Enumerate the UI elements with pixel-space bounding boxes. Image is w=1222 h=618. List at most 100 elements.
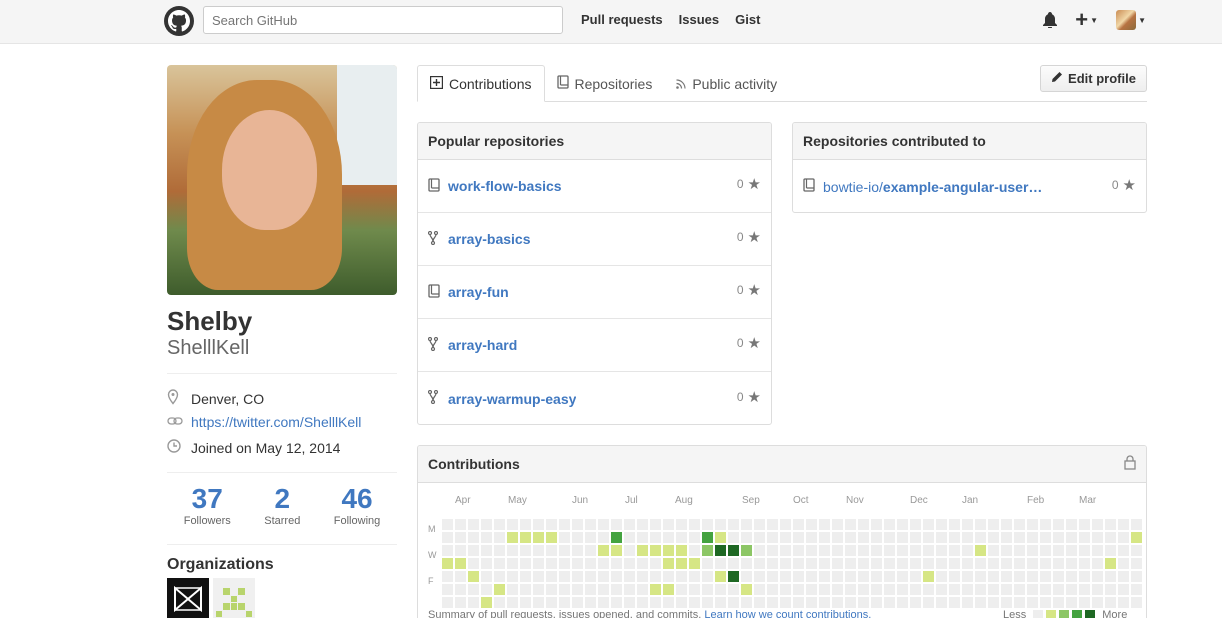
contribution-day[interactable] xyxy=(728,597,739,608)
repo-link[interactable]: array-warmup-easy xyxy=(448,391,576,407)
contribution-day[interactable] xyxy=(1040,571,1051,582)
contribution-day[interactable] xyxy=(520,571,531,582)
contribution-day[interactable] xyxy=(819,519,830,530)
contribution-day[interactable] xyxy=(884,519,895,530)
contribution-day[interactable] xyxy=(754,558,765,569)
contribution-day[interactable] xyxy=(1053,558,1064,569)
contribution-day[interactable] xyxy=(520,532,531,543)
contribution-day[interactable] xyxy=(598,597,609,608)
contribution-day[interactable] xyxy=(1040,597,1051,608)
contribution-day[interactable] xyxy=(455,545,466,556)
contribution-day[interactable] xyxy=(650,519,661,530)
contribution-day[interactable] xyxy=(468,584,479,595)
learn-more-link[interactable]: Learn how we count contributions. xyxy=(704,609,871,618)
contribution-day[interactable] xyxy=(936,571,947,582)
contribution-day[interactable] xyxy=(910,545,921,556)
contribution-day[interactable] xyxy=(793,571,804,582)
contribution-day[interactable] xyxy=(1001,532,1012,543)
contribution-day[interactable] xyxy=(988,584,999,595)
contribution-day[interactable] xyxy=(1053,532,1064,543)
contribution-day[interactable] xyxy=(975,519,986,530)
contribution-day[interactable] xyxy=(845,545,856,556)
edit-profile-button[interactable]: Edit profile xyxy=(1040,65,1147,92)
contribution-day[interactable] xyxy=(1118,571,1129,582)
contribution-day[interactable] xyxy=(1066,519,1077,530)
contribution-day[interactable] xyxy=(715,519,726,530)
contribution-day[interactable] xyxy=(793,545,804,556)
contribution-day[interactable] xyxy=(897,532,908,543)
contribution-day[interactable] xyxy=(936,558,947,569)
contribution-day[interactable] xyxy=(936,584,947,595)
contribution-day[interactable] xyxy=(975,532,986,543)
contribution-day[interactable] xyxy=(1118,545,1129,556)
contribution-day[interactable] xyxy=(1014,519,1025,530)
contribution-day[interactable] xyxy=(793,558,804,569)
contribution-day[interactable] xyxy=(1079,584,1090,595)
contribution-day[interactable] xyxy=(624,584,635,595)
contribution-day[interactable] xyxy=(1092,571,1103,582)
search-input[interactable] xyxy=(203,6,563,34)
contribution-day[interactable] xyxy=(1040,545,1051,556)
contribution-day[interactable] xyxy=(975,597,986,608)
contribution-day[interactable] xyxy=(663,597,674,608)
repo-link[interactable]: array-hard xyxy=(448,337,517,353)
contribution-day[interactable] xyxy=(949,597,960,608)
contribution-day[interactable] xyxy=(780,571,791,582)
contribution-day[interactable] xyxy=(637,545,648,556)
contribution-day[interactable] xyxy=(546,545,557,556)
contribution-day[interactable] xyxy=(988,571,999,582)
contribution-day[interactable] xyxy=(988,532,999,543)
contribution-day[interactable] xyxy=(884,558,895,569)
contribution-day[interactable] xyxy=(702,519,713,530)
contribution-day[interactable] xyxy=(442,597,453,608)
contribution-day[interactable] xyxy=(520,584,531,595)
contribution-day[interactable] xyxy=(520,597,531,608)
contribution-day[interactable] xyxy=(715,584,726,595)
contribution-day[interactable] xyxy=(754,597,765,608)
contribution-day[interactable] xyxy=(650,571,661,582)
contribution-day[interactable] xyxy=(728,584,739,595)
contribution-day[interactable] xyxy=(481,519,492,530)
contribution-day[interactable] xyxy=(728,571,739,582)
contribution-day[interactable] xyxy=(962,584,973,595)
contribution-day[interactable] xyxy=(1131,584,1142,595)
contribution-day[interactable] xyxy=(598,571,609,582)
contribution-day[interactable] xyxy=(1131,545,1142,556)
contribution-day[interactable] xyxy=(832,519,843,530)
contribution-day[interactable] xyxy=(559,558,570,569)
bell-icon[interactable] xyxy=(1043,12,1058,28)
contribution-day[interactable] xyxy=(962,519,973,530)
contribution-day[interactable] xyxy=(1053,584,1064,595)
contribution-day[interactable] xyxy=(793,584,804,595)
organization-avatar[interactable] xyxy=(213,578,255,618)
contribution-day[interactable] xyxy=(832,597,843,608)
contribution-day[interactable] xyxy=(1014,532,1025,543)
contribution-day[interactable] xyxy=(637,597,648,608)
contribution-day[interactable] xyxy=(611,584,622,595)
contribution-day[interactable] xyxy=(507,558,518,569)
contribution-day[interactable] xyxy=(910,519,921,530)
contribution-day[interactable] xyxy=(702,597,713,608)
contribution-day[interactable] xyxy=(663,519,674,530)
contribution-day[interactable] xyxy=(767,558,778,569)
following-stat[interactable]: 46 Following xyxy=(334,483,380,527)
contribution-day[interactable] xyxy=(1105,545,1116,556)
contribution-day[interactable] xyxy=(689,558,700,569)
contribution-day[interactable] xyxy=(455,584,466,595)
contribution-day[interactable] xyxy=(507,584,518,595)
contribution-day[interactable] xyxy=(442,571,453,582)
contribution-day[interactable] xyxy=(676,545,687,556)
contribution-day[interactable] xyxy=(988,558,999,569)
contribution-day[interactable] xyxy=(468,558,479,569)
contribution-day[interactable] xyxy=(767,545,778,556)
contribution-day[interactable] xyxy=(806,532,817,543)
contribution-day[interactable] xyxy=(572,519,583,530)
contribution-day[interactable] xyxy=(1014,558,1025,569)
contribution-day[interactable] xyxy=(611,519,622,530)
contribution-day[interactable] xyxy=(455,571,466,582)
contribution-day[interactable] xyxy=(494,597,505,608)
contribution-day[interactable] xyxy=(780,584,791,595)
contribution-day[interactable] xyxy=(975,558,986,569)
contribution-day[interactable] xyxy=(884,571,895,582)
contribution-day[interactable] xyxy=(702,571,713,582)
